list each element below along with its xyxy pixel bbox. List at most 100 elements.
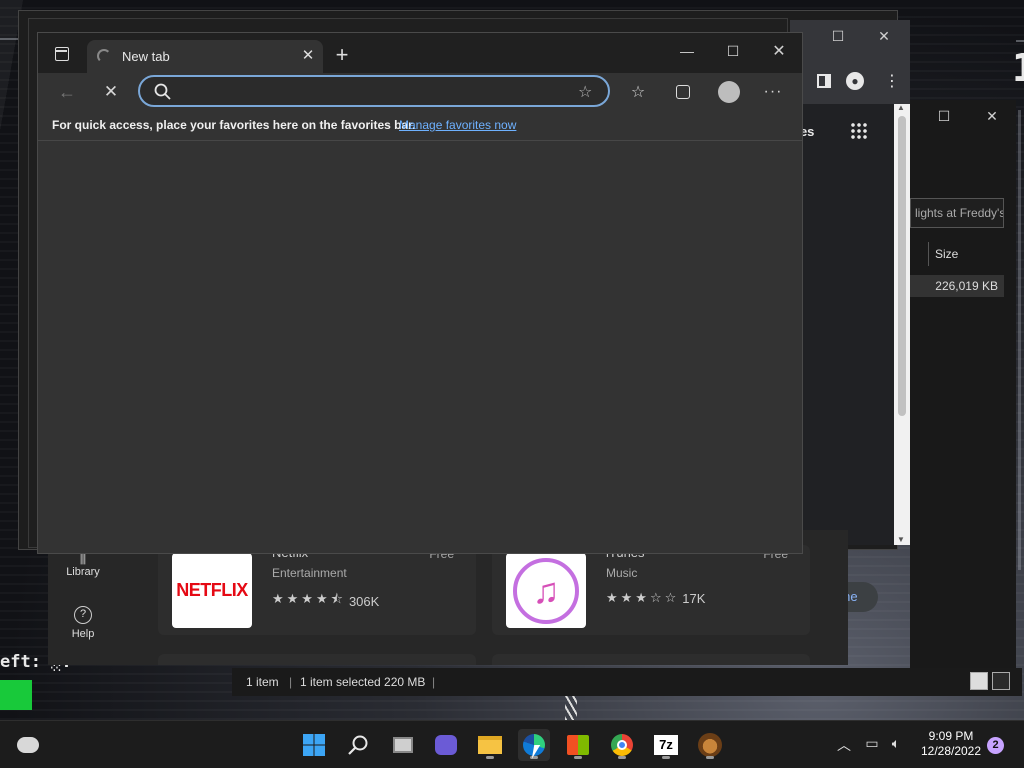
help-icon: ? — [74, 606, 92, 624]
stop-loading-icon[interactable]: ✕ — [96, 77, 126, 107]
seven-zip-taskbar-button[interactable]: 7z — [650, 729, 682, 761]
close-icon[interactable]: ✕ — [864, 20, 904, 52]
store-app-card[interactable]: NETFLIX Netflix Free Entertainment ★★★★⯪… — [158, 545, 476, 635]
itunes-logo: ♫ — [506, 553, 586, 628]
app-category: Music — [606, 566, 638, 580]
manage-favorites-link[interactable]: Manage favorites now — [399, 118, 516, 132]
search-button[interactable] — [342, 729, 374, 761]
status-divider: | — [289, 675, 293, 689]
star-rating-icon: ★★★☆☆ — [606, 590, 680, 605]
explorer-search-box[interactable]: lights at Freddy's — [910, 198, 1004, 228]
status-selection: 1 item selected 220 MB — [300, 675, 426, 689]
music-note-icon: ♫ — [513, 557, 579, 624]
tab-new-tab[interactable]: New tab ✕ — [87, 40, 323, 73]
store-app-card[interactable] — [492, 654, 810, 665]
edge-taskbar-button[interactable] — [518, 729, 550, 761]
scroll-down-icon[interactable]: ▼ — [897, 535, 905, 544]
network-icon[interactable]: ▭ — [862, 735, 882, 755]
file-explorer-window[interactable]: ☐ ✕ lights at Freddy's Size 226,019 KB — [910, 100, 1016, 670]
rating-count: 306K — [348, 593, 380, 609]
desktop-text: 1 — [1012, 46, 1024, 90]
clock[interactable]: 9:09 PM 12/28/2022 — [916, 729, 986, 759]
chrome-window[interactable]: ☐ ✕ ● ⋮ ges ze Chrome ▲ ▼ — [780, 20, 910, 612]
navigation-toolbar: ← ✕ ☆ ☆ ··· — [38, 73, 802, 111]
star-rating-icon: ★★★★⯪ — [272, 591, 346, 606]
loading-spinner-icon — [97, 49, 111, 63]
store-icon — [567, 735, 589, 755]
maximize-icon[interactable]: ☐ — [710, 35, 756, 67]
scrollbar-thumb[interactable] — [898, 116, 906, 416]
file-explorer-taskbar-button[interactable] — [474, 729, 506, 761]
store-app-card[interactable] — [158, 654, 476, 665]
chrome-icon — [611, 734, 633, 756]
scroll-up-icon[interactable]: ▲ — [897, 103, 905, 112]
task-view-icon — [393, 737, 413, 753]
app-rating: ★★★☆☆ 17K — [606, 590, 705, 606]
favorites-icon[interactable]: ☆ — [623, 77, 653, 107]
tiles-view-icon[interactable] — [992, 672, 1010, 690]
running-indicator — [662, 756, 670, 759]
search-icon — [154, 83, 171, 100]
size-column-header[interactable]: Size — [928, 242, 1008, 266]
taskbar: 7z ︿ ▭ 🔈︎ 9:09 PM 12/28/2022 2 — [0, 720, 1024, 768]
volume-icon[interactable]: 🔈︎ — [886, 735, 906, 755]
store-nav-library[interactable]: ⫼ Library — [48, 550, 118, 578]
edge-window[interactable]: New tab ✕ + — ☐ ✕ ← ✕ ☆ ☆ ··· For quick … — [37, 32, 803, 554]
file-size-cell[interactable]: 226,019 KB — [910, 275, 1004, 297]
teams-chat-icon — [435, 735, 457, 755]
chrome-scrollbar[interactable]: ▲ ▼ — [894, 103, 910, 545]
freddy-game-icon — [698, 733, 722, 757]
profile-icon[interactable] — [714, 77, 744, 107]
new-tab-icon[interactable]: + — [330, 44, 354, 68]
profile-icon[interactable]: ● — [846, 72, 864, 90]
minimize-icon[interactable]: — — [664, 35, 710, 67]
tab-strip: New tab ✕ + — ☐ ✕ — [38, 33, 802, 73]
app-rating: ★★★★⯪ 306K — [272, 590, 379, 612]
clock-time: 9:09 PM — [928, 729, 974, 743]
library-label: Library — [66, 566, 100, 578]
running-indicator — [574, 756, 582, 759]
collections-icon[interactable] — [668, 77, 698, 107]
status-item-count: 1 item — [246, 675, 279, 689]
tab-actions-icon[interactable] — [55, 47, 69, 61]
chat-button[interactable] — [430, 729, 462, 761]
notification-badge[interactable]: 2 — [987, 737, 1004, 754]
wallpaper-streak — [1018, 110, 1021, 570]
help-label: Help — [71, 628, 95, 640]
netflix-logo: NETFLIX — [172, 553, 252, 628]
settings-more-icon[interactable]: ··· — [758, 77, 788, 107]
address-input[interactable] — [178, 83, 558, 101]
close-icon[interactable]: ✕ — [972, 100, 1012, 132]
seven-zip-icon: 7z — [654, 735, 678, 755]
running-indicator — [618, 756, 626, 759]
apps-grid-icon[interactable] — [850, 122, 868, 140]
add-favorite-icon[interactable]: ☆ — [578, 82, 592, 102]
tab-close-icon[interactable]: ✕ — [299, 47, 317, 65]
details-view-icon[interactable] — [970, 672, 988, 690]
start-button[interactable] — [298, 729, 330, 761]
show-hidden-icons-chevron-icon[interactable]: ︿ — [834, 735, 854, 755]
wallpaper-streak — [1016, 40, 1024, 42]
store-app-card[interactable]: ♫ iTunes Free Music ★★★☆☆ 17K — [492, 545, 810, 635]
favorites-bar: For quick access, place your favorites h… — [38, 111, 802, 141]
chrome-menu-icon[interactable]: ⋮ — [884, 71, 900, 91]
clock-date: 12/28/2022 — [920, 744, 982, 758]
back-icon[interactable]: ← — [52, 77, 82, 107]
close-icon[interactable]: ✕ — [756, 35, 802, 67]
store-taskbar-button[interactable] — [562, 729, 594, 761]
store-nav-help[interactable]: ? Help — [48, 606, 118, 640]
mouse-cursor-icon — [531, 745, 541, 759]
weather-icon[interactable] — [12, 729, 44, 761]
side-panel-icon[interactable] — [817, 74, 831, 88]
chrome-taskbar-button[interactable] — [606, 729, 638, 761]
chrome-toolbar: ● ⋮ — [790, 64, 910, 104]
folder-icon — [478, 736, 502, 754]
task-view-button[interactable] — [387, 729, 419, 761]
desktop-green-block — [0, 680, 32, 710]
maximize-icon[interactable]: ☐ — [818, 20, 858, 52]
tab-title: New tab — [122, 49, 170, 64]
maximize-icon[interactable]: ☐ — [924, 100, 964, 132]
fnaf-taskbar-button[interactable] — [694, 729, 726, 761]
running-indicator — [706, 756, 714, 759]
address-bar[interactable]: ☆ — [138, 75, 610, 107]
